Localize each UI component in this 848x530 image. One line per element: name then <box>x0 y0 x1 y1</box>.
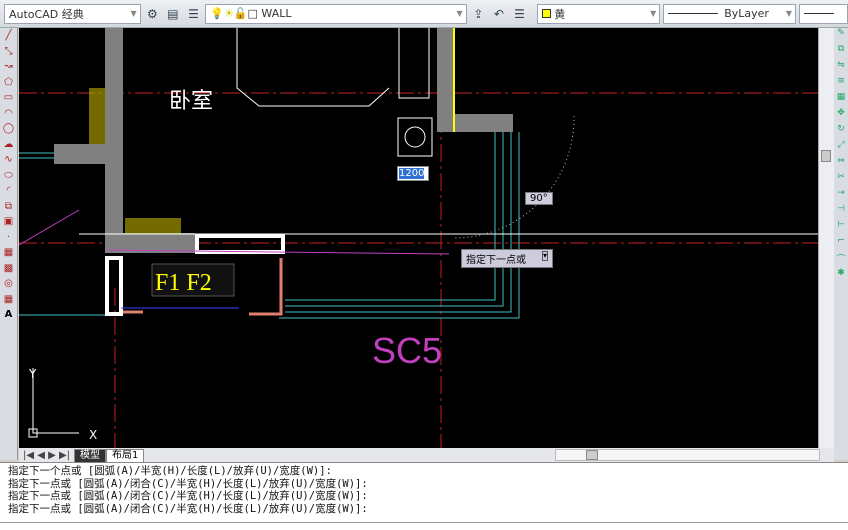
explode-icon[interactable]: ✱ <box>837 268 845 284</box>
prompt-tooltip: 指定下一点或 ▾ <box>461 249 553 268</box>
draw-toolbar: ╱ ⤡ ↝ ⬠ ▭ ◠ ◯ ☁ ∿ ⬭ ◜ ⧉ ▣ · ▦ ▩ ◎ ▦ A <box>0 28 18 460</box>
break-icon[interactable]: ⊣ <box>837 204 845 220</box>
make-block-icon[interactable]: ▣ <box>4 214 13 230</box>
gradient-icon[interactable]: ▩ <box>4 261 13 277</box>
copy-icon[interactable]: ⧉ <box>838 44 844 60</box>
command-line: 指定下一点或 [圆弧(A)/闭合(C)/半宽(H)/长度(L)/放弃(U)/宽度… <box>8 490 368 502</box>
mtext-icon[interactable]: A <box>5 307 13 323</box>
offset-icon[interactable]: ≡ <box>837 76 845 92</box>
command-line: 指定下一点或 [圆弧(A)/闭合(C)/半宽(H)/长度(L)/放弃(U)/宽度… <box>8 502 368 515</box>
layer-previous-icon[interactable]: ↶ <box>490 4 508 24</box>
drawing-svg: Y X 卧室 F1 F2 SC5 <box>18 28 818 448</box>
sun-icon: ☀ <box>223 7 234 20</box>
mirror-icon[interactable]: ⇋ <box>837 60 845 76</box>
linetype-select[interactable]: ByLayer ▼ <box>663 3 796 24</box>
insert-block-icon[interactable]: ⧉ <box>5 199 12 215</box>
ucs-x-label: X <box>89 428 97 442</box>
arc-icon[interactable]: ◠ <box>4 106 13 122</box>
tab-layout1[interactable]: 布局1 <box>106 448 145 462</box>
room-label: 卧室 <box>169 89 213 114</box>
move-icon[interactable]: ✥ <box>837 108 845 124</box>
layer-properties-icon[interactable]: ☰ <box>185 4 203 24</box>
polygon-icon[interactable]: ⬠ <box>4 75 13 91</box>
angle-tooltip: 90° <box>525 192 553 205</box>
tab-nav-arrows-icon[interactable]: |◀ ◀ ▶ ▶| <box>19 450 74 461</box>
workspace-icon[interactable]: ▤ <box>164 4 182 24</box>
trim-icon[interactable]: ✂ <box>837 172 845 188</box>
gear-icon[interactable]: ⚙ <box>144 4 162 24</box>
layer-states-icon[interactable]: ☰ <box>511 4 529 24</box>
lock-icon: 🔓 <box>233 7 248 20</box>
yellow-swatch <box>542 9 552 18</box>
rotate-icon[interactable]: ↻ <box>837 124 845 140</box>
erase-icon[interactable]: ✎ <box>837 28 845 44</box>
modify-toolbar: ✎ ⧉ ⇋ ≡ ▦ ✥ ↻ ⤢ ⇔ ✂ → ⊣ ⊢ ⌐ ⌒ ✱ <box>834 28 848 460</box>
hatch-beam <box>125 218 181 234</box>
line-icon[interactable]: ╱ <box>5 28 11 44</box>
table-icon[interactable]: ▦ <box>4 292 13 308</box>
walls <box>54 28 513 253</box>
color-select[interactable]: 黄 ▼ <box>537 3 661 24</box>
array-icon[interactable]: ▦ <box>837 92 846 108</box>
construction-line-icon[interactable]: ⤡ <box>5 44 13 60</box>
join-icon[interactable]: ⊢ <box>837 220 845 236</box>
drawing-canvas[interactable]: Y X 卧室 F1 F2 SC5 1200 90° 指定下一点或 ▾ <box>18 28 818 448</box>
rectangle-icon[interactable]: ▭ <box>4 90 13 106</box>
chamfer-icon[interactable]: ⌐ <box>837 236 845 252</box>
polyline-icon[interactable]: ↝ <box>4 59 12 75</box>
color-square-icon: □ <box>247 7 262 20</box>
hatch-column <box>89 88 105 144</box>
bulb-icon: 💡 <box>210 7 224 20</box>
region-icon[interactable]: ◎ <box>4 276 13 292</box>
command-line: 指定下一点或 [圆弧(A)/闭合(C)/半宽(H)/长度(L)/放弃(U)/宽度… <box>8 477 368 490</box>
scale-icon[interactable]: ⤢ <box>837 140 844 156</box>
revcloud-icon[interactable]: ☁ <box>4 137 14 153</box>
command-input[interactable] <box>0 522 848 530</box>
down-arrow-icon[interactable]: ▾ <box>541 251 548 261</box>
layer-select[interactable]: 💡 ☀ 🔓 □ WALL ▼ <box>205 3 467 24</box>
spline-icon[interactable]: ∿ <box>4 152 12 168</box>
vertical-scrollbar[interactable] <box>818 28 834 448</box>
hatch-icon[interactable]: ▦ <box>4 245 13 261</box>
sc-label: SC5 <box>372 330 442 371</box>
point-icon[interactable]: · <box>7 230 10 246</box>
command-line: 指定下一个点或 [圆弧(A)/半宽(H)/长度(L)/放弃(U)/宽度(W)]: <box>8 465 332 477</box>
stretch-icon[interactable]: ⇔ <box>837 156 845 172</box>
dynamic-input-field[interactable]: 1200 <box>397 166 429 181</box>
tab-model[interactable]: 模型 <box>74 448 107 462</box>
ellipse-icon[interactable]: ⬭ <box>4 168 13 184</box>
make-current-icon[interactable]: ⇪ <box>470 4 488 24</box>
workspace-select[interactable]: AutoCAD 经典 ▼ <box>4 3 141 24</box>
horizontal-scrollbar[interactable] <box>555 449 820 461</box>
tag-label: F1 F2 <box>155 270 212 296</box>
command-history: 指定下一个点或 [圆弧(A)/半宽(H)/长度(L)/放弃(U)/宽度(W)]:… <box>0 462 848 530</box>
ucs-icon <box>28 368 79 438</box>
ucs-y-label: Y <box>28 367 37 381</box>
circle-icon[interactable]: ◯ <box>3 121 14 137</box>
toolbar: AutoCAD 经典 ▼ ⚙ ▤ ☰ 💡 ☀ 🔓 □ WALL ▼ ⇪ ↶ ☰ 黄 ▼… <box>0 0 848 28</box>
ellipse-arc-icon[interactable]: ◜ <box>7 183 11 199</box>
extend-icon[interactable]: → <box>837 188 845 204</box>
lineweight-select[interactable] <box>799 3 848 24</box>
fillet-icon[interactable]: ⌒ <box>836 252 845 268</box>
